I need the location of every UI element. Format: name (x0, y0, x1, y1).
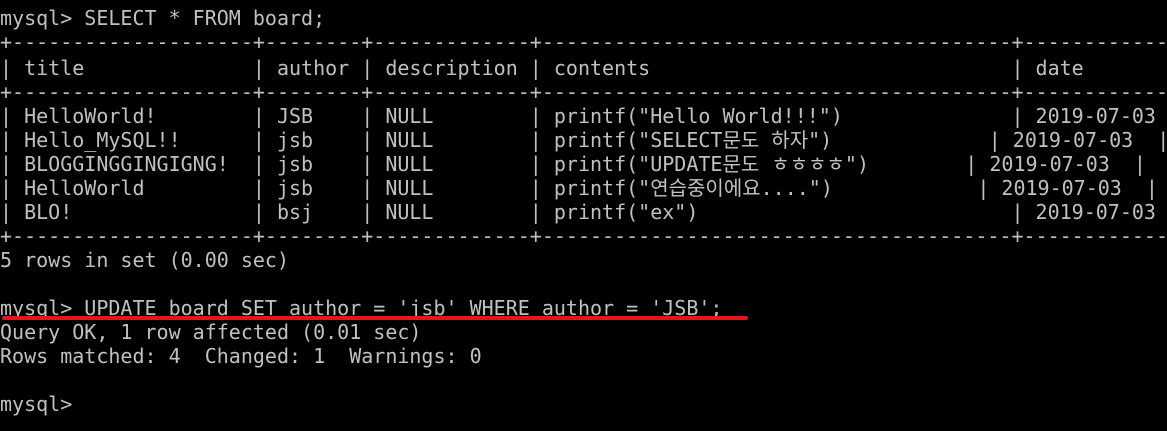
rows-matched-line: Rows matched: 4 Changed: 1 Warnings: 0 (0, 344, 482, 368)
table-row: | HelloWorld | jsb | NULL | printf("연습중이… (0, 176, 1158, 200)
table-header-row: | title | author | description | content… (0, 56, 1167, 80)
terminal-window[interactable]: mysql> SELECT * FROM board; +-----------… (0, 0, 1167, 431)
select-command-line: mysql> SELECT * FROM board; (0, 6, 326, 30)
table-row: | Hello_MySQL!! | jsb | NULL | printf("S… (0, 128, 1167, 152)
rows-in-set-line: 5 rows in set (0.00 sec) (0, 248, 289, 272)
table-border-mid: +--------------------+--------+---------… (0, 80, 1167, 104)
table-row: | BLOGGINGGINGIGNG! | jsb | NULL | print… (0, 152, 1146, 176)
mysql-prompt[interactable]: mysql> (0, 392, 72, 416)
table-row: | BLO! | bsj | NULL | printf("ex") | 201… (0, 200, 1167, 224)
table-border-top: +--------------------+--------+---------… (0, 30, 1167, 54)
table-row: | HelloWorld! | JSB | NULL | printf("Hel… (0, 104, 1167, 128)
table-border-bottom: +--------------------+--------+---------… (0, 224, 1167, 248)
query-ok-line: Query OK, 1 row affected (0.01 sec) (0, 320, 422, 344)
